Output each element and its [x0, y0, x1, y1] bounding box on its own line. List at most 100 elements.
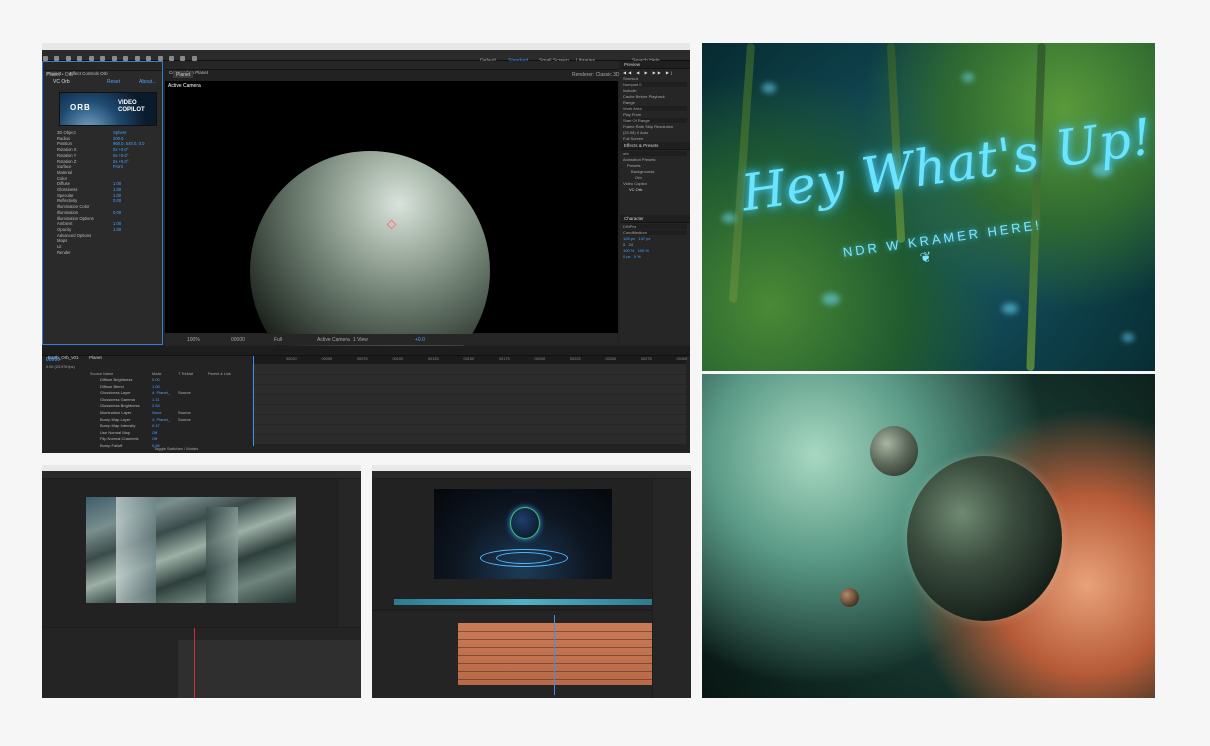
camera-select[interactable]: Active Camera: [317, 337, 350, 343]
effect-reset-link[interactable]: Reset: [107, 79, 120, 85]
effect-prop-row[interactable]: Ambient 1.00: [47, 221, 159, 226]
range-select[interactable]: Work Area: [623, 106, 687, 111]
effect-prop-row[interactable]: Diffuse 1.00: [47, 181, 159, 186]
effect-prop-row[interactable]: Reflectivity 0.00: [47, 198, 159, 203]
timeline-prop-value[interactable]: Off: [152, 430, 157, 435]
effect-prop-row[interactable]: Illumination Color: [47, 204, 159, 209]
timeline-property-row[interactable]: Glossiness Brightness 2.54: [42, 403, 252, 408]
timeline-property-row[interactable]: Diffuse Blend 1.00: [42, 384, 252, 389]
font-family-select[interactable]: DINPro: [623, 224, 687, 229]
timeline-prop-param[interactable]: Source: [178, 390, 191, 395]
effect-prop-row[interactable]: Material: [47, 170, 159, 175]
effect-prop-value[interactable]: Front: [113, 164, 123, 169]
effect-prop-row[interactable]: Rotation X 0x +0.0°: [47, 147, 159, 152]
time-ruler[interactable]: 00020 00050 00075 00100 00125 00150 00175 00200…: [252, 356, 687, 364]
tree-video-copilot[interactable]: Video Copilot: [623, 181, 687, 186]
timeline-prop-param[interactable]: Source: [178, 410, 191, 415]
effect-prop-row[interactable]: Illumination Options: [47, 216, 159, 221]
current-time-indicator[interactable]: [194, 628, 195, 698]
timeline-prop-value[interactable]: 1.11: [152, 397, 160, 402]
effect-prop-value[interactable]: Sphere: [113, 130, 127, 135]
playback-controls[interactable]: ◀◀ ◀ ▶ ▶▶ ▶|: [623, 70, 687, 75]
tree-orb[interactable]: Orb: [623, 175, 687, 180]
timeline-property-row[interactable]: Illumination Layer None Source: [42, 410, 252, 415]
tracking-row[interactable]: 0 24: [623, 242, 687, 247]
effect-about-link[interactable]: About...: [139, 79, 156, 85]
tree-backgrounds[interactable]: Backgrounds: [623, 169, 687, 174]
effect-prop-row[interactable]: Radius 200.0: [47, 136, 159, 141]
timeline-property-row[interactable]: Bump Falloff 0.66: [42, 443, 252, 448]
effect-prop-row[interactable]: Rotation Y 0x +0.0°: [47, 153, 159, 158]
cache-checkbox[interactable]: Cache Before Playback: [623, 94, 687, 99]
effect-prop-row[interactable]: Render: [47, 250, 159, 255]
layer-bars[interactable]: [458, 623, 652, 685]
zoom-level[interactable]: 100%: [187, 337, 200, 343]
effect-prop-value[interactable]: 1.00: [113, 193, 121, 198]
timeline-timecode[interactable]: 00000: [46, 357, 60, 363]
tab-effect-controls[interactable]: Effect Controls Orb: [69, 71, 107, 76]
effect-prop-row[interactable]: Maps: [47, 238, 159, 243]
timeline-property-row[interactable]: Bump Map Layer 4. Planet_ Source: [42, 417, 252, 422]
effect-prop-value[interactable]: 960.0, 540.0, 0.0: [113, 141, 144, 146]
timeline-property-row[interactable]: Diffuse Brightness 0.00: [42, 377, 252, 382]
effect-prop-row[interactable]: Opacity 1.00: [47, 227, 159, 232]
orb-scene[interactable]: [434, 489, 612, 579]
effect-prop-value[interactable]: 0x +0.0°: [113, 147, 129, 152]
timeline-property-row[interactable]: Glossiness Gamma 1.11: [42, 397, 252, 402]
view-layout-select[interactable]: 1 View: [353, 337, 368, 343]
timeline-prop-value[interactable]: None: [152, 410, 162, 415]
timeline-property-row[interactable]: Flip Normal Channels Off: [42, 436, 252, 441]
effect-prop-value[interactable]: 0.00: [113, 198, 121, 203]
exposure-value[interactable]: +0.0: [415, 337, 425, 343]
timeline-prop-value[interactable]: 1.00: [152, 384, 160, 389]
city-footage[interactable]: [86, 497, 296, 603]
effect-prop-value[interactable]: 1.00: [113, 181, 121, 186]
effect-prop-row[interactable]: Surface Front: [47, 164, 159, 169]
full-screen-checkbox[interactable]: Full Screen: [623, 136, 687, 141]
effect-prop-value[interactable]: 1.00: [113, 221, 121, 226]
font-size-row[interactable]: 105 px 147 px: [623, 236, 687, 241]
timeline-prop-value[interactable]: 4. Planet_: [152, 417, 170, 422]
effect-prop-row[interactable]: Specular 1.00: [47, 193, 159, 198]
effect-prop-value[interactable]: 1.00: [113, 227, 121, 232]
shortcut-select[interactable]: Numpad 0: [623, 82, 687, 87]
baseline-row[interactable]: 0 px 0 %: [623, 254, 687, 259]
play-from-select[interactable]: Start Of Range: [623, 118, 687, 123]
timeline-tracks[interactable]: [252, 364, 686, 444]
timeline-property-row[interactable]: Use Normal Map Off: [42, 430, 252, 435]
timeline-property-row[interactable]: Glossiness Layer 4. Planet_ Source: [42, 390, 252, 395]
effect-prop-row[interactable]: Glossiness 1.00: [47, 187, 159, 192]
font-style-select[interactable]: CondMedium: [623, 230, 687, 235]
timeline-prop-value[interactable]: 2.54: [152, 403, 160, 408]
timeline-prop-value[interactable]: 0.00: [152, 377, 160, 382]
current-time-indicator[interactable]: [253, 356, 254, 446]
effect-prop-row[interactable]: Advanced Options: [47, 233, 159, 238]
scale-row[interactable]: 100 % 100 %: [623, 248, 687, 253]
effect-prop-row[interactable]: 3D Object Sphere: [47, 130, 159, 135]
viewer-timecode[interactable]: 00000: [231, 337, 245, 343]
toggle-switches-modes[interactable]: Toggle Switches / Modes: [154, 446, 198, 452]
tree-animation-presets[interactable]: Animation Presets: [623, 157, 687, 162]
timeline-prop-value[interactable]: 0.47: [152, 423, 160, 428]
effect-prop-row[interactable]: Position 960.0, 540.0, 0.0: [47, 141, 159, 146]
timeline-prop-value[interactable]: Off: [152, 436, 157, 441]
timeline-property-row[interactable]: Bump Map Intensity 0.47: [42, 423, 252, 428]
effect-prop-value[interactable]: 1.00: [113, 187, 121, 192]
effect-prop-value[interactable]: 0x +0.0°: [113, 153, 129, 158]
resolution-select[interactable]: Full: [274, 337, 282, 343]
frame-rate-values[interactable]: (23.98) 0 Auto: [623, 130, 687, 135]
timeline-prop-value[interactable]: 4. Planet_: [152, 390, 170, 395]
effect-prop-row[interactable]: Color: [47, 176, 159, 181]
tab-planet-timeline[interactable]: Planet: [89, 355, 102, 360]
renderer-label[interactable]: Renderer: Classic 3D: [572, 72, 620, 78]
effect-prop-row[interactable]: Lit: [47, 244, 159, 249]
effect-prop-value[interactable]: 0x +0.0°: [113, 159, 129, 164]
tree-vc-orb[interactable]: VC Orb: [623, 187, 687, 192]
effect-prop-value[interactable]: 0.00: [113, 210, 121, 215]
effect-prop-row[interactable]: Illumination 0.00: [47, 210, 159, 215]
composition-canvas[interactable]: Active Camera: [165, 81, 618, 391]
effect-prop-row[interactable]: Rotation Z 0x +0.0°: [47, 159, 159, 164]
timeline-prop-param[interactable]: Source: [178, 417, 191, 422]
effect-prop-value[interactable]: 200.0: [113, 136, 123, 141]
tab-planet[interactable]: Planet: [173, 72, 194, 78]
